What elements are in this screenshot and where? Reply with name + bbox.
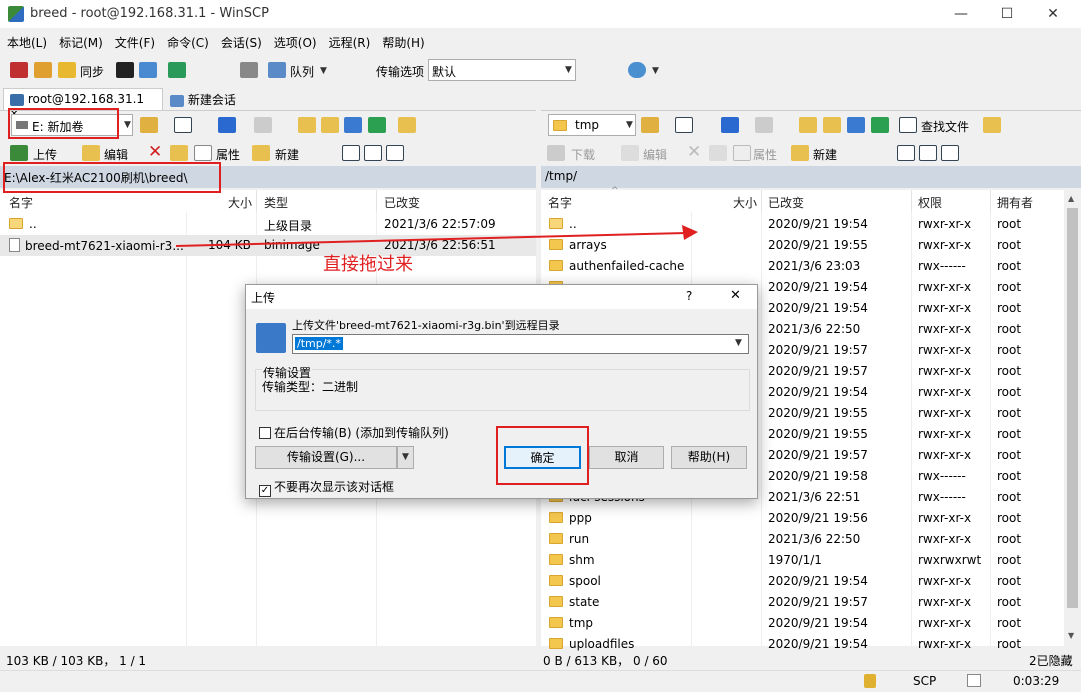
chevron-down-icon: ▼ — [402, 452, 409, 462]
target-path-input[interactable]: /tmp/*.* — [295, 337, 343, 350]
chevron-down-icon[interactable]: ▼ — [735, 338, 742, 348]
dialog-message: 上传文件'breed-mt7621-xiaomi-r3g.bin'到远程目录 — [292, 319, 560, 332]
annotation-ok-box — [496, 426, 589, 485]
upload-file-icon — [256, 323, 286, 353]
transfer-settings-button[interactable]: 传输设置(G)... — [255, 446, 397, 469]
transfer-settings-dropdown[interactable]: ▼ — [397, 446, 414, 469]
dialog-titlebar: 上传 ? ✕ — [246, 285, 757, 309]
dont-show-label: 不要再次显示该对话框 — [274, 480, 395, 494]
background-transfer-label: 在后台传输(B) (添加到传输队列) — [274, 426, 449, 440]
background-transfer-checkbox[interactable]: 在后台传输(B) (添加到传输队列) — [259, 424, 449, 441]
dont-show-checkbox[interactable]: ✓ 不要再次显示该对话框 — [259, 478, 394, 497]
checkbox-checked-icon: ✓ — [259, 485, 271, 497]
transfer-settings-group: 传输设置 传输类型：二进制 — [255, 364, 750, 411]
dialog-help-icon[interactable]: ? — [686, 289, 692, 303]
cancel-button[interactable]: 取消 — [589, 446, 664, 469]
dialog-close-icon[interactable]: ✕ — [730, 288, 741, 303]
checkbox-unchecked-icon — [259, 427, 271, 439]
target-path-combo[interactable]: /tmp/*.* ▼ — [292, 334, 749, 354]
settings-type: 传输类型：二进制 — [262, 380, 359, 394]
help-button[interactable]: 帮助(H) — [671, 446, 747, 469]
annotation-text: 直接拖过来 — [323, 254, 413, 275]
dialog-title: 上传 — [251, 291, 276, 305]
